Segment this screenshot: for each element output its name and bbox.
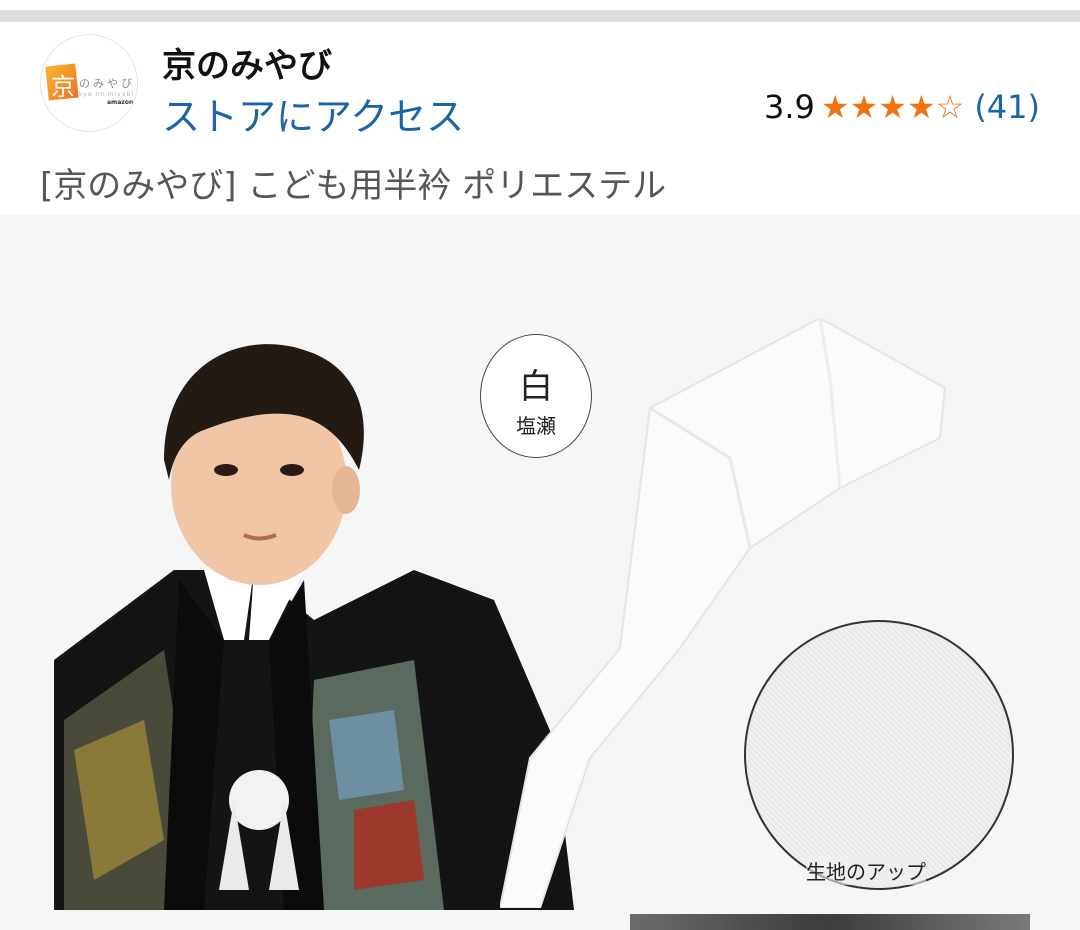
store-header: 京 のみやび kyo no miyabi amazon 京のみやび ストアにアク… [0,22,1080,142]
fabric-closeup [744,620,1014,890]
star-full-icon: ★ [849,88,879,126]
rating-count-link[interactable]: (41) [974,88,1040,126]
logo-kana: のみやび [79,77,135,90]
color-type-badge: 白 塩瀬 [480,334,592,458]
badge-fabric-label: 塩瀬 [516,414,556,438]
rating-summary[interactable]: 3.9 ★ ★ ★ ★ ☆ (41) [764,88,1040,126]
badge-color-label: 白 [519,367,553,407]
star-full-icon: ★ [820,88,850,126]
fabric-closeup-label: 生地のアップ [806,856,926,885]
visit-store-link[interactable]: ストアにアクセス [162,86,464,141]
logo-romaji: kyo no miyabi [79,91,134,98]
logo-brand: amazon [107,99,134,106]
rating-stars: ★ ★ ★ ★ ☆ [821,91,964,123]
store-logo[interactable]: 京 のみやび kyo no miyabi amazon [40,34,138,132]
next-image-peek[interactable] [630,914,1030,930]
product-title: [京のみやび] こども用半衿 ポリエステル [40,166,667,206]
star-full-icon: ★ [878,88,907,126]
rating-value: 3.9 [763,88,815,126]
logo-mark: 京 [51,73,75,101]
status-strip [0,0,1080,10]
section-divider [0,10,1080,22]
store-name[interactable]: 京のみやび [162,38,332,87]
star-half-icon: ★ [906,88,936,126]
star-empty-icon: ☆ [935,88,965,126]
